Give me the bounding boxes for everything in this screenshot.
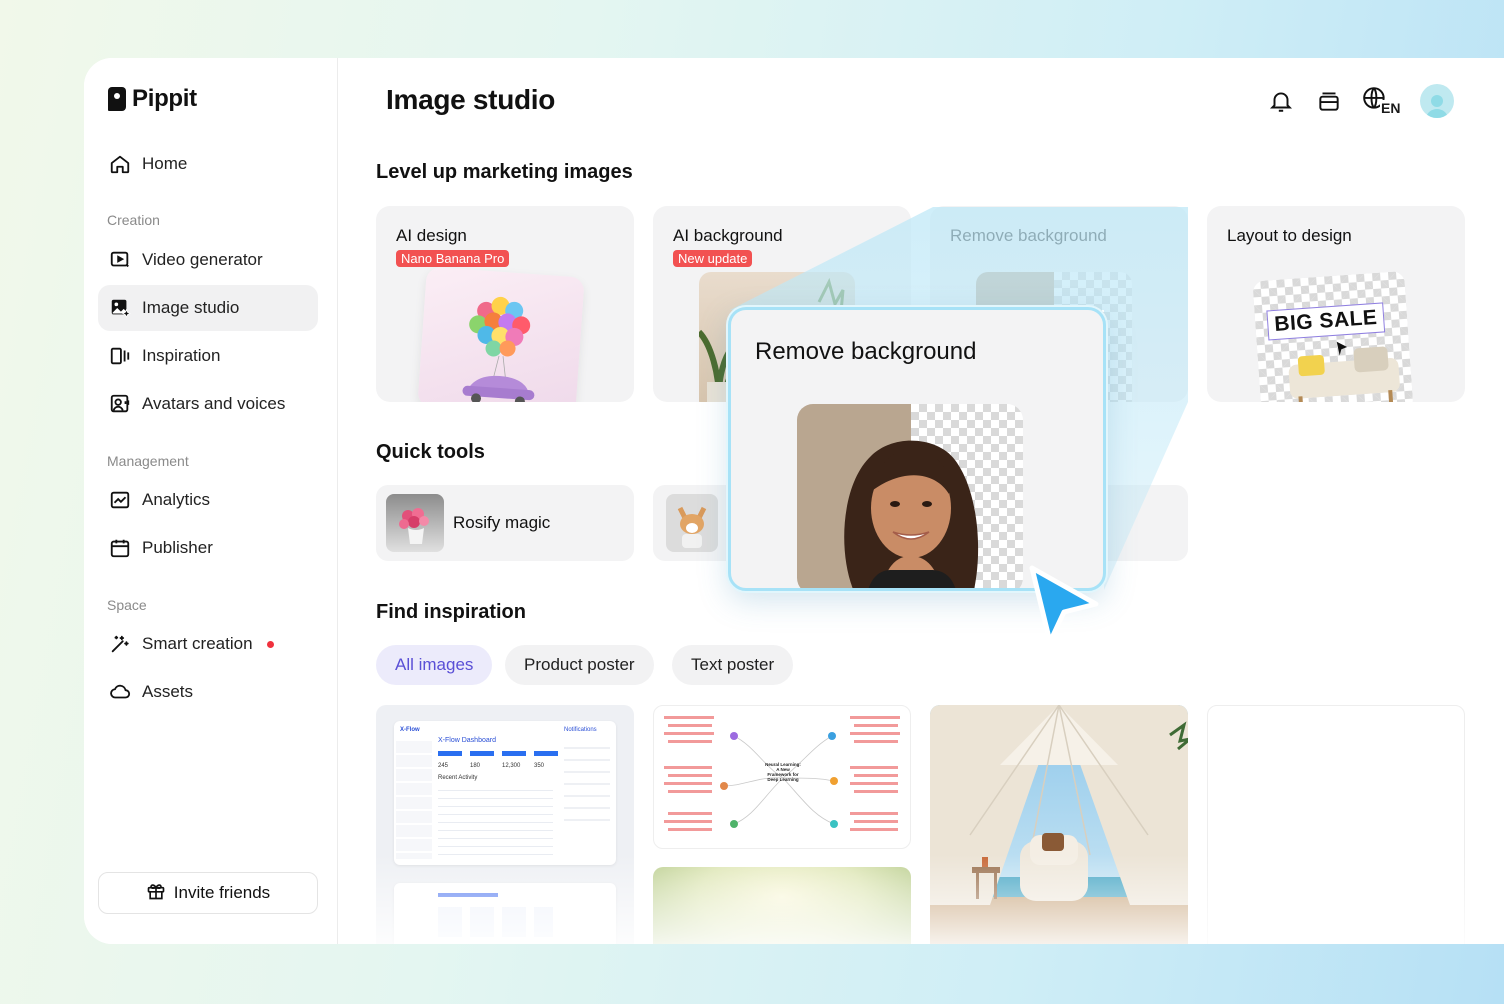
inspiration-dashboard-image[interactable]: X-Flow X-Flow Dashboard Notifications 24… xyxy=(376,705,634,944)
section-quick-tools-title: Quick tools xyxy=(376,441,485,463)
mouse-cursor-icon xyxy=(1029,565,1099,645)
sidebar-item-image-studio[interactable]: Image studio xyxy=(98,285,318,331)
rose-vase-image xyxy=(386,494,444,552)
section-marketing-title: Level up marketing images xyxy=(376,161,633,183)
mindmap-center-text: Neural Learning: A New Framework for Dee… xyxy=(765,762,801,782)
gift-icon xyxy=(146,881,166,906)
sidebar-item-smart-creation[interactable]: Smart creation xyxy=(98,621,318,667)
dashboard-title: X-Flow Dashboard xyxy=(438,737,496,744)
badge-nano-banana-pro: Nano Banana Pro xyxy=(396,250,510,267)
avatar-voice-icon xyxy=(108,392,132,416)
analytics-icon xyxy=(108,488,132,512)
user-avatar[interactable] xyxy=(1420,84,1454,118)
sidebar-item-label: Publisher xyxy=(142,538,213,557)
balloon-car-image xyxy=(417,266,585,402)
credits-icon[interactable] xyxy=(1314,86,1344,116)
sidebar-item-home[interactable]: Home xyxy=(98,141,318,187)
remove-background-popup[interactable]: Remove background xyxy=(728,307,1106,591)
card-layout-to-design[interactable]: Layout to design BIG SALE xyxy=(1207,206,1465,402)
page-title: Image studio xyxy=(386,84,556,115)
home-icon xyxy=(108,152,132,176)
sidebar-item-label: Analytics xyxy=(142,490,211,509)
logo-text: Pippit xyxy=(132,85,197,112)
big-sale-image: BIG SALE xyxy=(1252,270,1414,402)
chip-text-poster[interactable]: Text poster xyxy=(672,645,794,685)
portrait-image xyxy=(797,404,1023,588)
image-studio-icon xyxy=(108,296,132,320)
inspiration-blank-card[interactable] xyxy=(1207,705,1465,944)
dashboard-stat: 245 xyxy=(438,751,462,769)
sidebar-item-inspiration[interactable]: Inspiration xyxy=(98,333,318,379)
video-generator-icon xyxy=(108,248,132,272)
pippit-logo[interactable]: Pippit xyxy=(108,85,197,113)
sidebar-item-assets[interactable]: Assets xyxy=(98,669,318,715)
quick-tool-rosify-magic[interactable]: Rosify magic xyxy=(376,485,634,561)
invite-label: Invite friends xyxy=(173,883,271,902)
popup-title: Remove background xyxy=(755,338,977,365)
sidebar-item-label: Video generator xyxy=(142,250,263,269)
sidebar-item-label: Assets xyxy=(142,682,194,701)
bell-icon[interactable] xyxy=(1266,86,1296,116)
sidebar-item-label: Avatars and voices xyxy=(142,394,286,413)
card-title: AI design xyxy=(396,226,467,245)
badge-new-update: New update xyxy=(673,250,753,267)
inspiration-tent-image[interactable] xyxy=(930,705,1188,944)
section-space: Space xyxy=(107,597,147,613)
pippit-logo-icon xyxy=(108,87,126,111)
notification-dot xyxy=(266,640,274,648)
dashboard-brand: X-Flow xyxy=(400,727,420,733)
section-inspiration-title: Find inspiration xyxy=(376,601,526,623)
chip-all-images[interactable]: All images xyxy=(376,645,493,685)
quick-tool-label: Rosify magic xyxy=(453,513,551,532)
dashboard-stat: 350 xyxy=(534,751,558,769)
section-management: Management xyxy=(107,453,189,469)
sidebar-item-label: Image studio xyxy=(142,298,240,317)
sidebar: Pippit Home Creation Video generator Ima… xyxy=(84,58,338,944)
language-code: EN xyxy=(1380,100,1402,116)
dashboard-stat: 180 xyxy=(470,751,494,769)
card-title: Remove background xyxy=(950,226,1107,245)
cloud-icon xyxy=(108,680,132,704)
magic-wand-icon xyxy=(108,632,132,656)
card-ai-design[interactable]: AI design Nano Banana Pro xyxy=(376,206,634,402)
language-globe-icon[interactable]: EN xyxy=(1362,86,1402,116)
invite-friends-button[interactable]: Invite friends xyxy=(98,872,318,914)
header-actions: EN xyxy=(1266,84,1454,118)
inspiration-mindmap-image[interactable]: Neural Learning: A New Framework for Dee… xyxy=(653,705,911,849)
section-creation: Creation xyxy=(107,212,160,228)
calendar-icon xyxy=(108,536,132,560)
card-title: Layout to design xyxy=(1227,226,1352,245)
corgi-image xyxy=(666,494,718,552)
sidebar-item-avatars-and-voices[interactable]: Avatars and voices xyxy=(98,381,318,427)
sidebar-item-label: Home xyxy=(142,154,188,173)
card-title: AI background xyxy=(673,226,783,245)
sidebar-item-label: Smart creation xyxy=(142,634,253,653)
dashboard-stat: 12,300 xyxy=(502,751,526,769)
dashboard-notifications: Notifications xyxy=(564,727,597,733)
sidebar-item-analytics[interactable]: Analytics xyxy=(98,477,318,523)
sidebar-item-label: Inspiration xyxy=(142,346,221,365)
inspiration-meadow-image[interactable] xyxy=(653,867,911,944)
sidebar-item-video-generator[interactable]: Video generator xyxy=(98,237,318,283)
dashboard-recent: Recent Activity xyxy=(438,775,478,781)
inspiration-icon xyxy=(108,344,132,368)
chip-product-poster[interactable]: Product poster xyxy=(505,645,654,685)
sidebar-item-publisher[interactable]: Publisher xyxy=(98,525,318,571)
